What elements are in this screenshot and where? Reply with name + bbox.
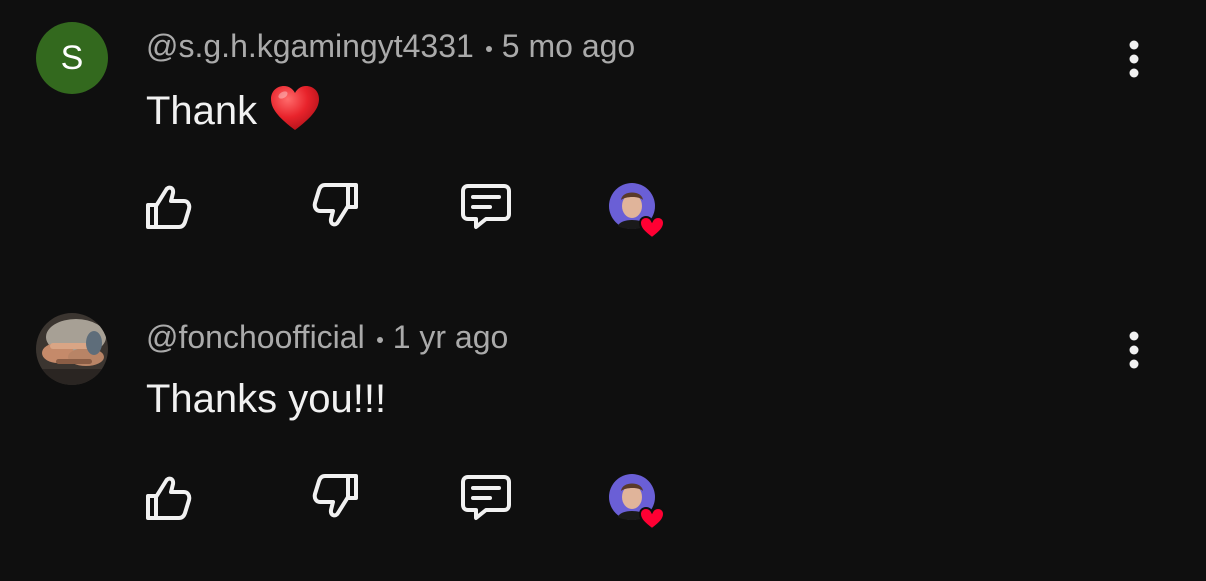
comment-actions bbox=[0, 467, 1206, 531]
comment-meta: @s.g.h.kgamingyt4331 5 mo ago bbox=[146, 26, 635, 66]
reply-button[interactable] bbox=[456, 467, 516, 527]
comment-actions bbox=[0, 176, 1206, 240]
more-options-icon[interactable] bbox=[1114, 329, 1154, 373]
like-button[interactable] bbox=[138, 176, 198, 236]
comment-author[interactable]: @s.g.h.kgamingyt4331 bbox=[146, 28, 474, 64]
reply-icon bbox=[461, 184, 511, 229]
avatar[interactable]: S bbox=[36, 22, 108, 94]
comment-author[interactable]: @fonchoofficial bbox=[146, 319, 365, 355]
comment-text-content: Thanks you!!! bbox=[146, 377, 387, 421]
reply-icon bbox=[461, 475, 511, 520]
separator-dot bbox=[485, 45, 492, 52]
like-icon bbox=[146, 185, 192, 229]
red-heart-emoji-icon bbox=[269, 84, 321, 143]
dislike-button[interactable] bbox=[306, 467, 366, 527]
comment-item: S @s.g.h.kgamingyt4331 5 mo ago Thank bbox=[0, 0, 1206, 290]
dislike-icon bbox=[312, 474, 358, 518]
creator-heart-icon bbox=[606, 180, 672, 242]
like-button[interactable] bbox=[138, 467, 198, 527]
like-icon bbox=[146, 476, 192, 520]
more-options-icon[interactable] bbox=[1114, 38, 1154, 82]
photo-avatar-image bbox=[36, 313, 108, 385]
comment-meta: @fonchoofficial 1 yr ago bbox=[146, 317, 508, 357]
comment-text-content: Thank bbox=[146, 89, 258, 133]
separator-dot bbox=[376, 336, 383, 343]
dislike-icon bbox=[312, 183, 358, 227]
comment-text: Thanks you!!! bbox=[146, 375, 386, 423]
dislike-button[interactable] bbox=[306, 176, 366, 236]
reply-button[interactable] bbox=[456, 176, 516, 236]
comment-time: 1 yr ago bbox=[392, 319, 509, 355]
comment-item: @fonchoofficial 1 yr ago Thanks you!!! bbox=[0, 291, 1206, 581]
comment-text: Thank bbox=[146, 84, 321, 143]
avatar[interactable] bbox=[36, 313, 108, 385]
comment-time: 5 mo ago bbox=[501, 28, 636, 64]
creator-heart-icon bbox=[606, 471, 672, 533]
